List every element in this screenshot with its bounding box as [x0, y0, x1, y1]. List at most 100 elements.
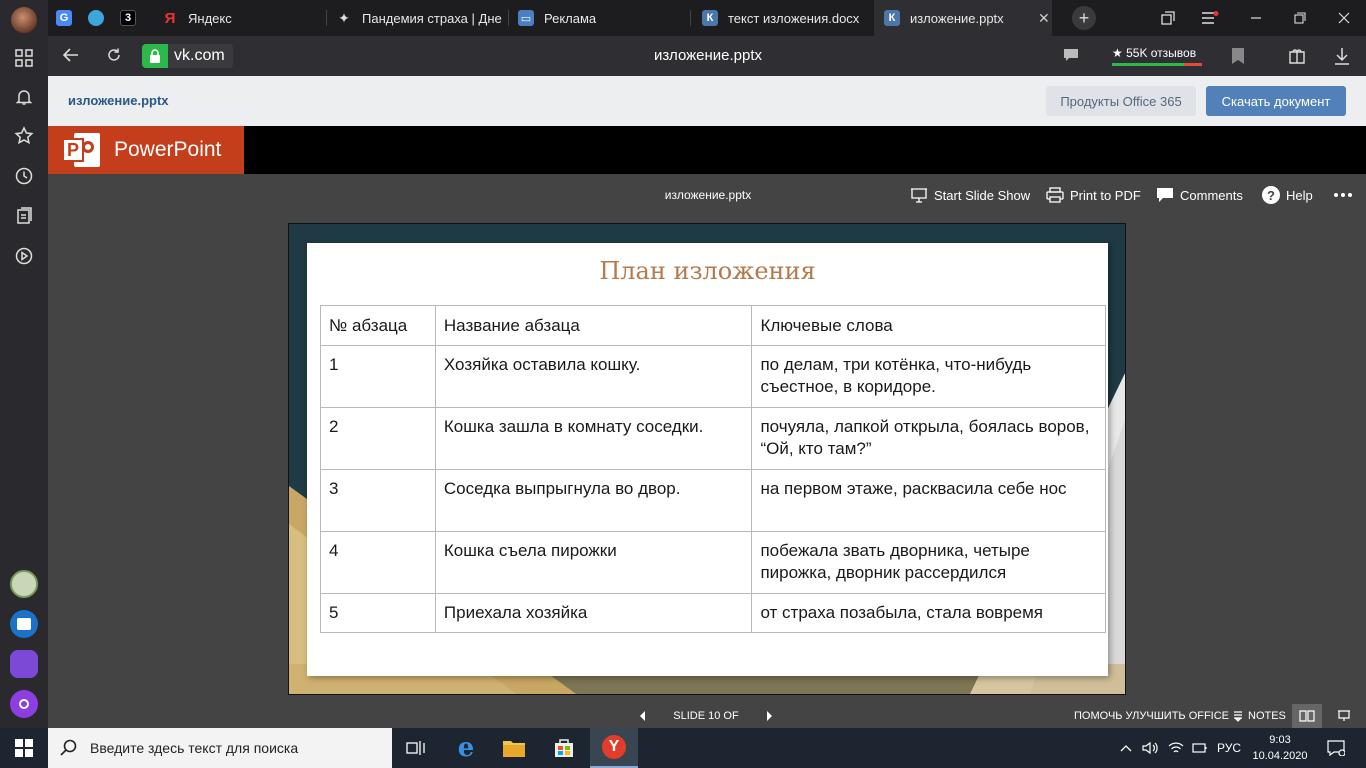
store-icon[interactable] — [540, 728, 588, 768]
prev-slide-icon[interactable] — [638, 704, 646, 728]
back-arrow-icon[interactable] — [62, 46, 80, 64]
reviews-badge[interactable]: ★ 55K отзывов — [1112, 42, 1202, 70]
pinned-tab-google-translate[interactable]: G — [56, 0, 78, 36]
plan-table: № абзаца Название абзаца Ключевые слова … — [320, 305, 1106, 633]
more-options-icon[interactable] — [1334, 174, 1358, 216]
table-cell: Кошка зашла в комнату соседки. — [434, 407, 753, 470]
table-cell: Соседка выпрыгнула во двор. — [434, 469, 753, 532]
download-document-button[interactable]: Скачать документ — [1206, 86, 1346, 116]
bell-icon[interactable] — [0, 77, 48, 117]
restore-icon[interactable] — [1288, 0, 1312, 36]
bookmark-icon[interactable] — [1232, 48, 1244, 64]
pinned-tab-zen[interactable]: 3 — [120, 0, 142, 36]
yandex-browser-taskbar-icon[interactable]: Y — [590, 728, 638, 768]
extensions-icon[interactable] — [1288, 47, 1306, 65]
user-avatar[interactable] — [0, 0, 48, 40]
powerpoint-label: PowerPoint — [114, 138, 222, 161]
tab-label: Пандемия страха | Дне — [362, 10, 502, 26]
tab-label: Реклама — [544, 10, 597, 26]
apps-grid-icon[interactable] — [0, 38, 48, 78]
next-slide-icon[interactable] — [766, 704, 774, 728]
tab-pandemia[interactable]: ✦ Пандемия страха | Дне — [336, 0, 504, 36]
powerpoint-banner: P PowerPoint — [48, 126, 1366, 174]
google-translate-icon: G — [56, 10, 72, 26]
reload-icon[interactable] — [106, 47, 122, 63]
tab-label: Яндекс — [188, 10, 232, 26]
edge-icon[interactable]: e — [442, 728, 490, 768]
taskbar-search-placeholder: Введите здесь текст для поиска — [90, 740, 299, 756]
windows-start-icon[interactable] — [0, 728, 48, 768]
rating-bar — [1112, 63, 1202, 66]
print-to-pdf-button[interactable]: Print to PDF — [1046, 174, 1141, 216]
start-slide-show-button[interactable]: Start Slide Show — [910, 174, 1030, 216]
url-domain-pill[interactable]: vk.com — [142, 44, 233, 68]
improve-office-link[interactable]: ПОМОЧЬ УЛУЧШИТЬ OFFICE — [1074, 704, 1229, 728]
sidebar-app-viber-icon[interactable] — [0, 644, 48, 684]
slide-frame[interactable]: План изложения № абзаца Название абзаца … — [288, 223, 1126, 695]
table-row: 4 Кошка съела пирожки побежала звать дво… — [320, 531, 1106, 594]
clock-time: 9:03 — [1269, 734, 1291, 746]
table-cell: 2 — [320, 407, 436, 470]
notifications-icon[interactable] — [1316, 728, 1356, 768]
taskbar-clock[interactable]: 9:03 10.04.2020 — [1252, 728, 1308, 768]
task-view-icon[interactable] — [392, 728, 440, 768]
close-tab-icon[interactable]: ✕ — [1038, 10, 1050, 27]
vk-doc-title[interactable]: изложение.pptx — [68, 76, 169, 126]
powerpoint-brand[interactable]: P PowerPoint — [48, 126, 244, 174]
tab-reklama[interactable]: ▭ Реклама — [518, 0, 686, 36]
close-window-icon[interactable] — [1332, 0, 1356, 36]
sidebar-app-alice-icon[interactable] — [0, 684, 48, 724]
collections-icon[interactable] — [0, 196, 48, 236]
tab-tekst-izlozheniya[interactable]: К текст изложения.docx — [702, 0, 874, 36]
slide-title: План изложения — [599, 257, 816, 285]
battery-icon[interactable] — [1188, 728, 1212, 768]
network-icon[interactable] — [1164, 728, 1188, 768]
language-indicator[interactable]: РУС — [1212, 728, 1246, 768]
sidebar-app-calculator-icon[interactable] — [0, 564, 48, 604]
table-cell: от страха позабыла, стала вовремя — [751, 593, 1106, 633]
taskbar-search[interactable]: Введите здесь текст для поиска — [48, 728, 392, 768]
message-icon[interactable] — [1064, 49, 1078, 61]
url-domain: vk.com — [174, 47, 225, 64]
sidebar-app-messenger-icon[interactable] — [0, 604, 48, 644]
tab-label: текст изложения.docx — [728, 10, 860, 26]
vk-icon: К — [702, 10, 718, 26]
video-play-icon[interactable] — [0, 236, 48, 276]
ppt-toolbar: изложение.pptx Start Slide Show Print to… — [48, 174, 1366, 216]
tabs-overview-icon[interactable] — [1156, 0, 1180, 36]
volume-icon[interactable] — [1138, 728, 1162, 768]
slide-viewer: План изложения № абзаца Название абзаца … — [48, 216, 1366, 704]
chat-icon: ▭ — [518, 10, 534, 26]
plus-icon: + — [1072, 6, 1096, 30]
pinned-tab-telegram[interactable] — [88, 0, 110, 36]
slideshow-view-icon[interactable] — [1332, 704, 1356, 728]
comments-button[interactable]: Comments — [1156, 174, 1243, 216]
history-clock-icon[interactable] — [0, 156, 48, 196]
menu-icon[interactable] — [1198, 0, 1222, 36]
sparkle-icon: ✦ — [338, 9, 350, 26]
minimize-icon[interactable] — [1244, 0, 1268, 36]
table-cell: на первом этаже, расквасила себе нос — [751, 469, 1106, 532]
star-bookmarks-icon[interactable] — [0, 116, 48, 156]
notes-button[interactable]: NOTES — [1232, 704, 1286, 728]
file-explorer-icon[interactable] — [490, 728, 538, 768]
downloads-icon[interactable] — [1334, 47, 1350, 65]
reading-view-icon[interactable] — [1292, 704, 1322, 728]
new-tab-button[interactable]: + — [1070, 0, 1098, 36]
table-cell: Кошка съела пирожки — [434, 531, 753, 594]
help-button[interactable]: ? Help — [1262, 174, 1313, 216]
tray-chevron-icon[interactable] — [1112, 728, 1140, 768]
office-products-button[interactable]: Продукты Office 365 — [1046, 86, 1196, 116]
browser-sidebar — [0, 0, 48, 728]
page-title[interactable]: изложение.pptx — [588, 36, 828, 76]
ppt-status-bar: SLIDE 10 OF 10 ПОМОЧЬ УЛУЧШИТЬ OFFICE NO… — [48, 704, 1366, 746]
slideshow-icon — [911, 188, 927, 203]
clock-date: 10.04.2020 — [1252, 750, 1308, 762]
tab-izlozhenie-active[interactable]: К изложение.pptx ✕ — [874, 0, 1052, 36]
telegram-icon — [88, 10, 104, 26]
tab-yandex[interactable]: Я Яндекс — [156, 0, 326, 36]
table-row: 2 Кошка зашла в комнату соседки. почуяла… — [320, 407, 1106, 470]
table-cell: почуяла, лапкой открыла, боялась воров, … — [751, 407, 1106, 470]
vk-doc-header: изложение.pptx Продукты Office 365 Скача… — [48, 76, 1366, 126]
table-cell: по делам, три котёнка, что-нибудь съестн… — [751, 345, 1106, 408]
